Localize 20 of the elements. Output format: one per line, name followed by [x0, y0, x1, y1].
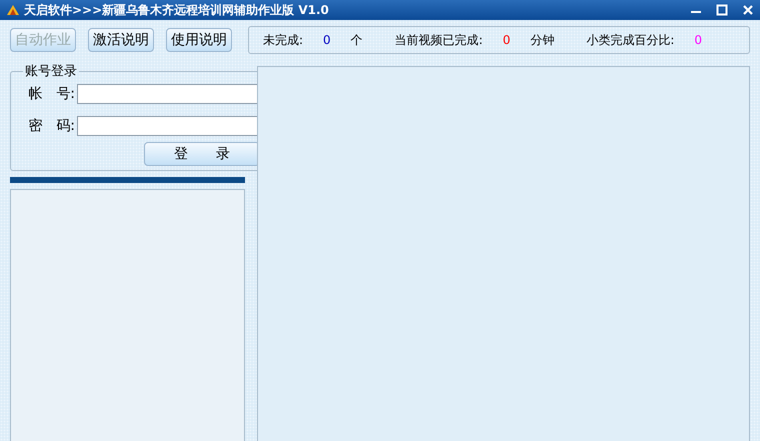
- stat-unit: 分钟: [530, 32, 554, 48]
- login-button[interactable]: 登 录: [144, 142, 260, 166]
- stat-label: 当前视频已完成:: [394, 32, 483, 48]
- input-field[interactable]: [77, 116, 260, 136]
- stat-unit: 个: [350, 32, 363, 48]
- stat-label: 未完成:: [263, 32, 304, 48]
- toolbar-button[interactable]: 激活说明: [88, 28, 154, 52]
- toolbar-button[interactable]: 使用说明: [166, 28, 232, 52]
- stat-value: 0: [502, 33, 510, 47]
- field-label: 帐 号:: [27, 85, 75, 103]
- logo-icon: [6, 4, 20, 16]
- close-icon[interactable]: [742, 4, 754, 16]
- stat-value: 0: [694, 33, 702, 47]
- field-label: 密 码:: [27, 117, 75, 135]
- input-field[interactable]: [77, 84, 260, 104]
- window-title: 天启软件>>>新疆乌鲁木齐远程培训网辅助作业版 V1.0: [24, 2, 330, 18]
- stat-value: 0: [323, 33, 331, 47]
- maximize-icon[interactable]: [716, 4, 728, 16]
- stat-label: 小类完成百分比:: [586, 32, 674, 48]
- group-title: 账号登录: [24, 63, 78, 80]
